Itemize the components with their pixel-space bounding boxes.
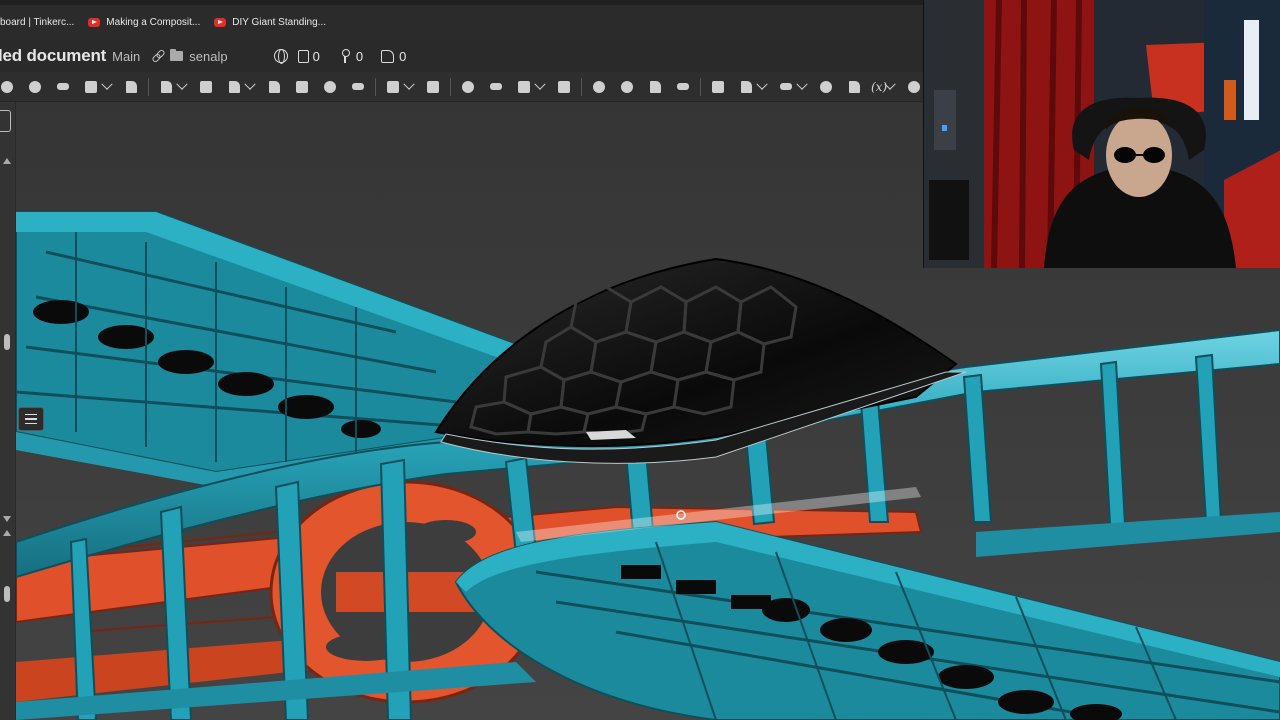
feature-list-toggle[interactable]: [0, 110, 11, 132]
versions-count: 0: [355, 48, 364, 64]
mirror-icon[interactable]: [422, 76, 444, 98]
link-icon[interactable]: [152, 50, 164, 62]
extrude-icon[interactable]: [80, 76, 102, 98]
like-icon[interactable]: [381, 49, 395, 63]
version-icon[interactable]: [340, 49, 350, 63]
variable-button[interactable]: (x): [871, 80, 887, 94]
chevron-down-icon[interactable]: [101, 78, 113, 90]
copies-count: 0: [312, 48, 320, 64]
transform-icon[interactable]: [513, 76, 535, 98]
toolbar-divider: [581, 77, 582, 96]
bookmark-label: DIY Giant Standing...: [232, 17, 326, 28]
boolean-icon[interactable]: [457, 76, 479, 98]
webcam-overlay: [923, 0, 1280, 268]
modify-fillet-icon[interactable]: [588, 76, 610, 98]
folder-icon[interactable]: [170, 49, 184, 61]
mate-connector-icon[interactable]: [735, 76, 757, 98]
chevron-down-icon[interactable]: [403, 78, 415, 90]
undo-icon[interactable]: [0, 76, 18, 98]
sketch-icon[interactable]: [24, 76, 46, 98]
chevron-down-icon[interactable]: [756, 78, 768, 90]
toolbar-divider: [700, 77, 701, 96]
youtube-icon: [214, 18, 227, 27]
webcam-feed: [924, 0, 1280, 268]
sheet-metal-icon[interactable]: [843, 76, 865, 98]
chevron-down-icon[interactable]: [796, 78, 808, 90]
pattern-icon[interactable]: [382, 76, 404, 98]
curve-icon[interactable]: [52, 76, 74, 98]
feature-list-button[interactable]: [18, 407, 44, 431]
youtube-icon: [88, 18, 101, 27]
scroll-up-icon[interactable]: [3, 530, 11, 536]
plane-icon[interactable]: [707, 76, 729, 98]
bookmark-label: Making a Composit...: [106, 17, 201, 28]
left-panel-rail: [0, 102, 16, 720]
hole-icon[interactable]: [319, 76, 341, 98]
shell-icon[interactable]: [291, 76, 313, 98]
bookmark-making-composite[interactable]: Making a Composit...: [88, 17, 200, 28]
loft-icon[interactable]: [195, 76, 217, 98]
draft-icon[interactable]: [347, 76, 369, 98]
replace-face-icon[interactable]: [644, 76, 666, 98]
scrollbar-thumb[interactable]: [4, 334, 10, 350]
scrollbar-thumb[interactable]: [4, 586, 10, 602]
move-face-icon[interactable]: [616, 76, 638, 98]
bookmark-tinkercad[interactable]: board | Tinkerc...: [0, 17, 74, 28]
toolbar-divider: [375, 77, 376, 96]
chevron-down-icon[interactable]: [244, 78, 256, 90]
chamfer-icon[interactable]: [263, 76, 285, 98]
revolve-icon[interactable]: [120, 76, 142, 98]
bookmark-diy-giant[interactable]: DIY Giant Standing...: [214, 17, 326, 28]
helix-icon[interactable]: [775, 76, 797, 98]
scroll-up-icon[interactable]: [3, 158, 11, 164]
chevron-down-icon[interactable]: [176, 78, 188, 90]
chevron-down-icon[interactable]: [534, 78, 546, 90]
fillet-icon[interactable]: [223, 76, 245, 98]
split-icon[interactable]: [485, 76, 507, 98]
offset-surface-icon[interactable]: [672, 76, 694, 98]
bookmark-label: board | Tinkerc...: [0, 17, 75, 28]
sweep-icon[interactable]: [155, 76, 177, 98]
configure-icon[interactable]: [903, 76, 925, 98]
toolbar-divider: [148, 77, 149, 96]
copy-icon[interactable]: [297, 49, 309, 63]
globe-icon[interactable]: [273, 49, 288, 64]
scroll-down-icon[interactable]: [3, 516, 11, 522]
document-owner[interactable]: senalp: [189, 49, 227, 64]
document-title[interactable]: led document: [0, 46, 106, 66]
likes-count: 0: [399, 48, 407, 64]
delete-part-icon[interactable]: [553, 76, 575, 98]
toolbar-divider: [450, 77, 451, 96]
measure-icon[interactable]: [815, 76, 837, 98]
branch-name[interactable]: Main: [112, 49, 140, 64]
